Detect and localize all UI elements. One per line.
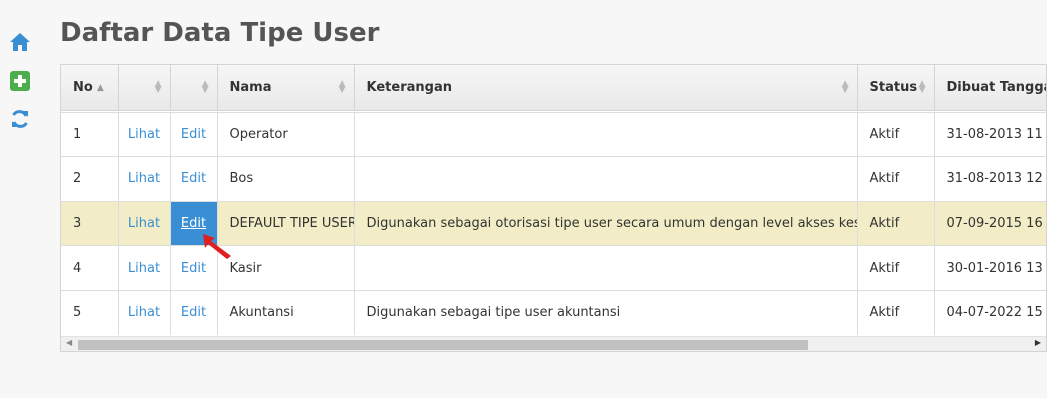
- cell-keterangan: [354, 245, 858, 291]
- horizontal-scrollbar[interactable]: ◀ ▶: [61, 336, 1046, 351]
- refresh-button[interactable]: [9, 108, 31, 130]
- edit-link[interactable]: Edit: [181, 261, 206, 276]
- lihat-link[interactable]: Lihat: [128, 127, 160, 142]
- column-header-status[interactable]: Status ▲ ▼: [857, 65, 935, 111]
- cell-keterangan: [354, 156, 858, 202]
- cell-nama: DEFAULT TIPE USER: [217, 200, 355, 246]
- scroll-right-icon[interactable]: ▶: [1035, 338, 1041, 347]
- cell-nama: Bos: [217, 156, 355, 202]
- column-header-lihat[interactable]: ▲ ▼: [118, 65, 171, 111]
- sort-asc-icon: ▲: [96, 82, 104, 93]
- column-header-label: No: [73, 79, 93, 95]
- cell-nama: Operator: [217, 111, 355, 157]
- scroll-left-icon[interactable]: ◀: [66, 338, 72, 347]
- scrollbar-thumb[interactable]: [78, 340, 808, 350]
- pointer-arrow-icon: [203, 234, 231, 259]
- sort-icon: ▲ ▼: [918, 79, 926, 95]
- cell-lihat: Lihat: [118, 289, 171, 335]
- cell-edit: Edit: [170, 289, 218, 335]
- user-type-table: No ▲ ▲ ▼ ▲ ▼ Nama ▲ ▼ Keterangan ▲ ▼ Status ▲ ▼ D…: [61, 65, 1047, 335]
- cell-lihat: Lihat: [118, 156, 171, 202]
- page-title: Daftar Data Tipe User: [60, 18, 380, 48]
- edit-link[interactable]: Edit: [181, 171, 206, 186]
- edit-link[interactable]: Edit: [181, 127, 206, 142]
- cell-lihat: Lihat: [118, 200, 171, 246]
- cell-keterangan: [354, 111, 858, 157]
- home-icon: [10, 33, 30, 51]
- table-row[interactable]: 2 Lihat Edit Bos Aktif 31-08-2013 12: [61, 156, 1046, 202]
- sidebar: [0, 0, 40, 398]
- cell-dibuat: 31-08-2013 11: [934, 111, 1046, 157]
- column-header-label: Status: [869, 79, 918, 95]
- home-button[interactable]: [9, 31, 31, 53]
- lihat-link[interactable]: Lihat: [128, 216, 160, 231]
- column-header-dibuat[interactable]: Dibuat Tangga: [934, 65, 1047, 111]
- cell-keterangan: Digunakan sebagai tipe user akuntansi: [354, 289, 858, 335]
- cell-edit: Edit: [170, 111, 218, 157]
- refresh-icon: [12, 110, 28, 128]
- cell-dibuat: 04-07-2022 15: [934, 289, 1046, 335]
- column-header-keterangan[interactable]: Keterangan ▲ ▼: [354, 65, 858, 111]
- column-header-label: Dibuat Tangga: [946, 79, 1047, 95]
- cell-dibuat: 31-08-2013 12: [934, 156, 1046, 202]
- cell-lihat: Lihat: [118, 111, 171, 157]
- sort-icon: ▲ ▼: [154, 79, 162, 95]
- table-row[interactable]: 5 Lihat Edit Akuntansi Digunakan sebagai…: [61, 289, 1046, 335]
- cell-status: Aktif: [857, 200, 935, 246]
- cell-lihat: Lihat: [118, 245, 171, 291]
- cell-dibuat: 30-01-2016 13: [934, 245, 1046, 291]
- lihat-link[interactable]: Lihat: [128, 171, 160, 186]
- cell-status: Aktif: [857, 156, 935, 202]
- column-header-label: Nama: [229, 79, 272, 95]
- cell-edit: Edit: [170, 156, 218, 202]
- edit-link[interactable]: Edit: [181, 216, 206, 231]
- lihat-link[interactable]: Lihat: [128, 261, 160, 276]
- cell-no: 1: [61, 111, 119, 157]
- cell-keterangan: Digunakan sebagai otorisasi tipe user se…: [354, 200, 858, 246]
- column-header-no[interactable]: No ▲: [61, 65, 119, 111]
- cell-no: 5: [61, 289, 119, 335]
- cell-status: Aktif: [857, 111, 935, 157]
- lihat-link[interactable]: Lihat: [128, 305, 160, 320]
- cell-no: 2: [61, 156, 119, 202]
- table-row[interactable]: 1 Lihat Edit Operator Aktif 31-08-2013 1…: [61, 111, 1046, 157]
- add-button[interactable]: [9, 70, 31, 92]
- column-header-edit[interactable]: ▲ ▼: [170, 65, 218, 111]
- sort-icon: ▲ ▼: [841, 79, 849, 95]
- column-header-nama[interactable]: Nama ▲ ▼: [217, 65, 355, 111]
- edit-link[interactable]: Edit: [181, 305, 206, 320]
- data-grid: No ▲ ▲ ▼ ▲ ▼ Nama ▲ ▼ Keterangan ▲ ▼ Status ▲ ▼ D…: [60, 64, 1047, 352]
- column-header-label: Keterangan: [366, 79, 452, 95]
- cell-nama: Akuntansi: [217, 289, 355, 335]
- cell-status: Aktif: [857, 289, 935, 335]
- cell-status: Aktif: [857, 245, 935, 291]
- cell-no: 4: [61, 245, 119, 291]
- cell-nama: Kasir: [217, 245, 355, 291]
- cell-no: 3: [61, 200, 119, 246]
- add-icon: [10, 71, 30, 91]
- sort-icon: ▲ ▼: [201, 79, 209, 95]
- cell-dibuat: 07-09-2015 16: [934, 200, 1046, 246]
- sort-icon: ▲ ▼: [338, 79, 346, 95]
